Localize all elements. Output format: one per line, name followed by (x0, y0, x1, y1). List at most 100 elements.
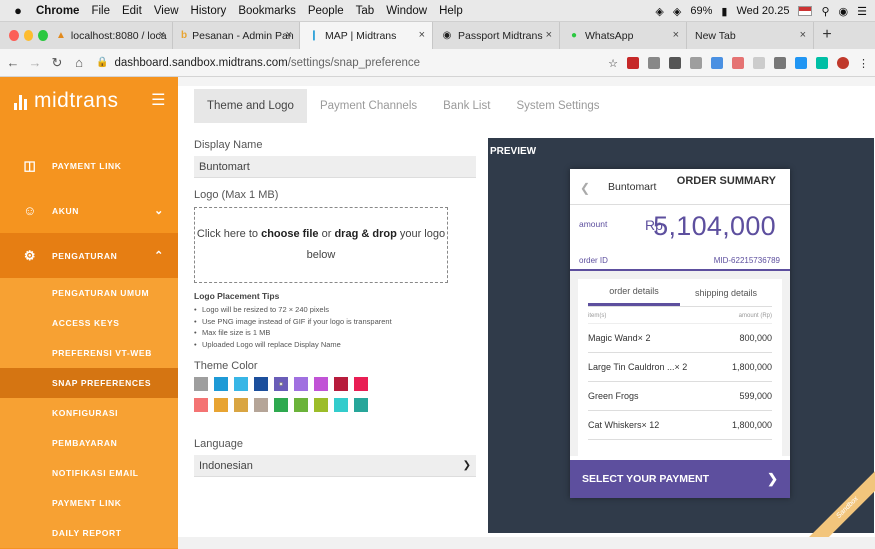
extension-icon[interactable] (795, 57, 807, 69)
extension-icon[interactable] (711, 57, 723, 69)
sidebar-subitem-pengaturan-umum[interactable]: PENGATURAN UMUM (0, 278, 178, 308)
color-swatch[interactable] (194, 377, 208, 391)
close-tab-icon[interactable]: × (159, 29, 165, 41)
clock[interactable]: Wed 20.25 (736, 5, 789, 17)
sidebar-subitem-preferensi-vt-web[interactable]: PREFERENSI VT-WEB (0, 338, 178, 368)
close-tab-icon[interactable]: × (286, 29, 292, 41)
color-swatch[interactable] (354, 398, 368, 412)
new-tab-button[interactable]: + (814, 22, 840, 49)
close-tab-icon[interactable]: × (673, 29, 679, 41)
close-tab-icon[interactable]: × (546, 29, 552, 41)
color-swatch[interactable] (214, 398, 228, 412)
color-swatch[interactable] (194, 398, 208, 412)
sidebar-subitem-daily-report[interactable]: DAILY REPORT (0, 518, 178, 548)
language-select[interactable]: Indonesian ❯ (194, 455, 476, 477)
tab-payment-channels[interactable]: Payment Channels (307, 89, 430, 123)
color-swatch[interactable] (274, 377, 288, 391)
dropbox-icon[interactable]: ◈ (655, 5, 663, 18)
tab-theme-and-logo[interactable]: Theme and Logo (194, 89, 307, 123)
menu-bookmarks[interactable]: Bookmarks (238, 5, 296, 17)
extension-icon[interactable] (627, 57, 639, 69)
sidebar-item-payment-link[interactable]: ◫ PAYMENT LINK (0, 143, 178, 188)
chrome-menu-icon[interactable]: ⋮ (858, 57, 869, 70)
browser-tab[interactable]: b Pesanan - Admin Pan × (173, 22, 300, 49)
tab-shipping-details[interactable]: shipping details (680, 279, 772, 306)
close-window-icon[interactable] (9, 30, 19, 41)
forward-icon[interactable]: → (26, 55, 44, 70)
browser-tab[interactable]: ◉ Passport Midtrans × (433, 22, 560, 49)
chevron-left-icon[interactable]: ❮ (580, 181, 590, 195)
hamburger-icon[interactable]: ☰ (151, 90, 166, 110)
menu-tab[interactable]: Tab (356, 5, 375, 17)
color-swatch[interactable] (254, 398, 268, 412)
close-tab-icon[interactable]: × (800, 29, 806, 41)
sidebar-subitem-pembayaran[interactable]: PEMBAYARAN (0, 428, 178, 458)
notification-center-icon[interactable]: ☰ (857, 5, 867, 18)
menu-people[interactable]: People (308, 5, 344, 17)
color-swatch[interactable] (274, 398, 288, 412)
reload-icon[interactable]: ↻ (48, 55, 66, 71)
color-swatch[interactable] (294, 377, 308, 391)
color-swatch[interactable] (334, 377, 348, 391)
extension-icon[interactable] (816, 57, 828, 69)
apple-icon[interactable]: ● (0, 3, 36, 18)
menu-window[interactable]: Window (386, 5, 427, 17)
star-icon[interactable]: ☆ (608, 57, 618, 70)
sidebar-subitem-payment-link[interactable]: PAYMENT LINK (0, 488, 178, 518)
color-swatch[interactable] (314, 398, 328, 412)
extension-icon[interactable] (732, 57, 744, 69)
color-swatch[interactable] (234, 377, 248, 391)
sidebar-item-pengaturan[interactable]: ⚙ PENGATURAN ⌃ (0, 233, 178, 278)
color-swatch[interactable] (214, 377, 228, 391)
color-swatch[interactable] (354, 377, 368, 391)
battery-icon[interactable]: ▮ (721, 5, 727, 18)
profile-avatar[interactable] (837, 57, 849, 69)
tab-bank-list[interactable]: Bank List (430, 89, 503, 123)
tab-order-details[interactable]: order details (588, 279, 680, 306)
browser-tab-active[interactable]: ❙ MAP | Midtrans × (300, 22, 433, 49)
logo-tip: Use PNG image instead of GIF if your log… (194, 316, 476, 328)
midtrans-logo[interactable]: midtrans ☰ (0, 77, 178, 125)
menu-help[interactable]: Help (439, 5, 463, 17)
menu-history[interactable]: History (191, 5, 227, 17)
lock-icon: 🔒 (96, 57, 109, 68)
color-swatch[interactable] (314, 377, 328, 391)
sidebar-subitem-notifikasi-email[interactable]: NOTIFIKASI EMAIL (0, 458, 178, 488)
extension-icon[interactable] (690, 57, 702, 69)
extension-icon[interactable] (669, 57, 681, 69)
browser-tab[interactable]: ▲ localhost:8080 / loca × (48, 22, 173, 49)
browser-tab[interactable]: New Tab × (687, 22, 814, 49)
extension-icon[interactable] (753, 57, 765, 69)
menu-edit[interactable]: Edit (122, 5, 142, 17)
minimize-window-icon[interactable] (23, 30, 34, 41)
menu-file[interactable]: File (91, 5, 110, 17)
tab-system-settings[interactable]: System Settings (503, 89, 612, 123)
extension-icon[interactable] (648, 57, 660, 69)
close-tab-icon[interactable]: × (419, 29, 425, 41)
sidebar-subitem-snap-preferences[interactable]: SNAP PREFERENCES (0, 368, 178, 398)
color-swatch[interactable] (234, 398, 248, 412)
sidebar-item-akun[interactable]: ☺ AKUN ⌄ (0, 188, 178, 233)
siri-icon[interactable]: ◉ (839, 5, 849, 18)
back-icon[interactable]: ← (4, 55, 22, 70)
spotlight-icon[interactable]: ⚲ (821, 5, 829, 18)
home-icon[interactable]: ⌂ (70, 55, 88, 70)
battery-percent[interactable]: 69% (690, 5, 712, 17)
sidebar-subitem-access-keys[interactable]: ACCESS KEYS (0, 308, 178, 338)
color-swatch[interactable] (294, 398, 308, 412)
sidebar-subitem-konfigurasi[interactable]: KONFIGURASI (0, 398, 178, 428)
browser-tab[interactable]: ● WhatsApp × (560, 22, 687, 49)
menu-app[interactable]: Chrome (36, 5, 79, 17)
color-swatch[interactable] (334, 398, 348, 412)
extension-icon[interactable] (774, 57, 786, 69)
url-input[interactable]: 🔒 dashboard.sandbox.midtrans.com/setting… (96, 52, 566, 74)
menu-view[interactable]: View (154, 5, 179, 17)
wifi-icon[interactable]: ◈ (673, 5, 681, 18)
logo-dropzone[interactable]: Click here to choose file or drag & drop… (194, 207, 448, 283)
flag-icon[interactable] (798, 6, 813, 16)
zoom-window-icon[interactable] (38, 30, 49, 41)
color-swatch[interactable] (254, 377, 268, 391)
select-payment-button[interactable]: SELECT YOUR PAYMENT ❯ (570, 460, 790, 498)
display-name-input[interactable]: Buntomart (194, 156, 476, 178)
browser-tab-strip: ▲ localhost:8080 / loca × b Pesanan - Ad… (0, 22, 875, 49)
